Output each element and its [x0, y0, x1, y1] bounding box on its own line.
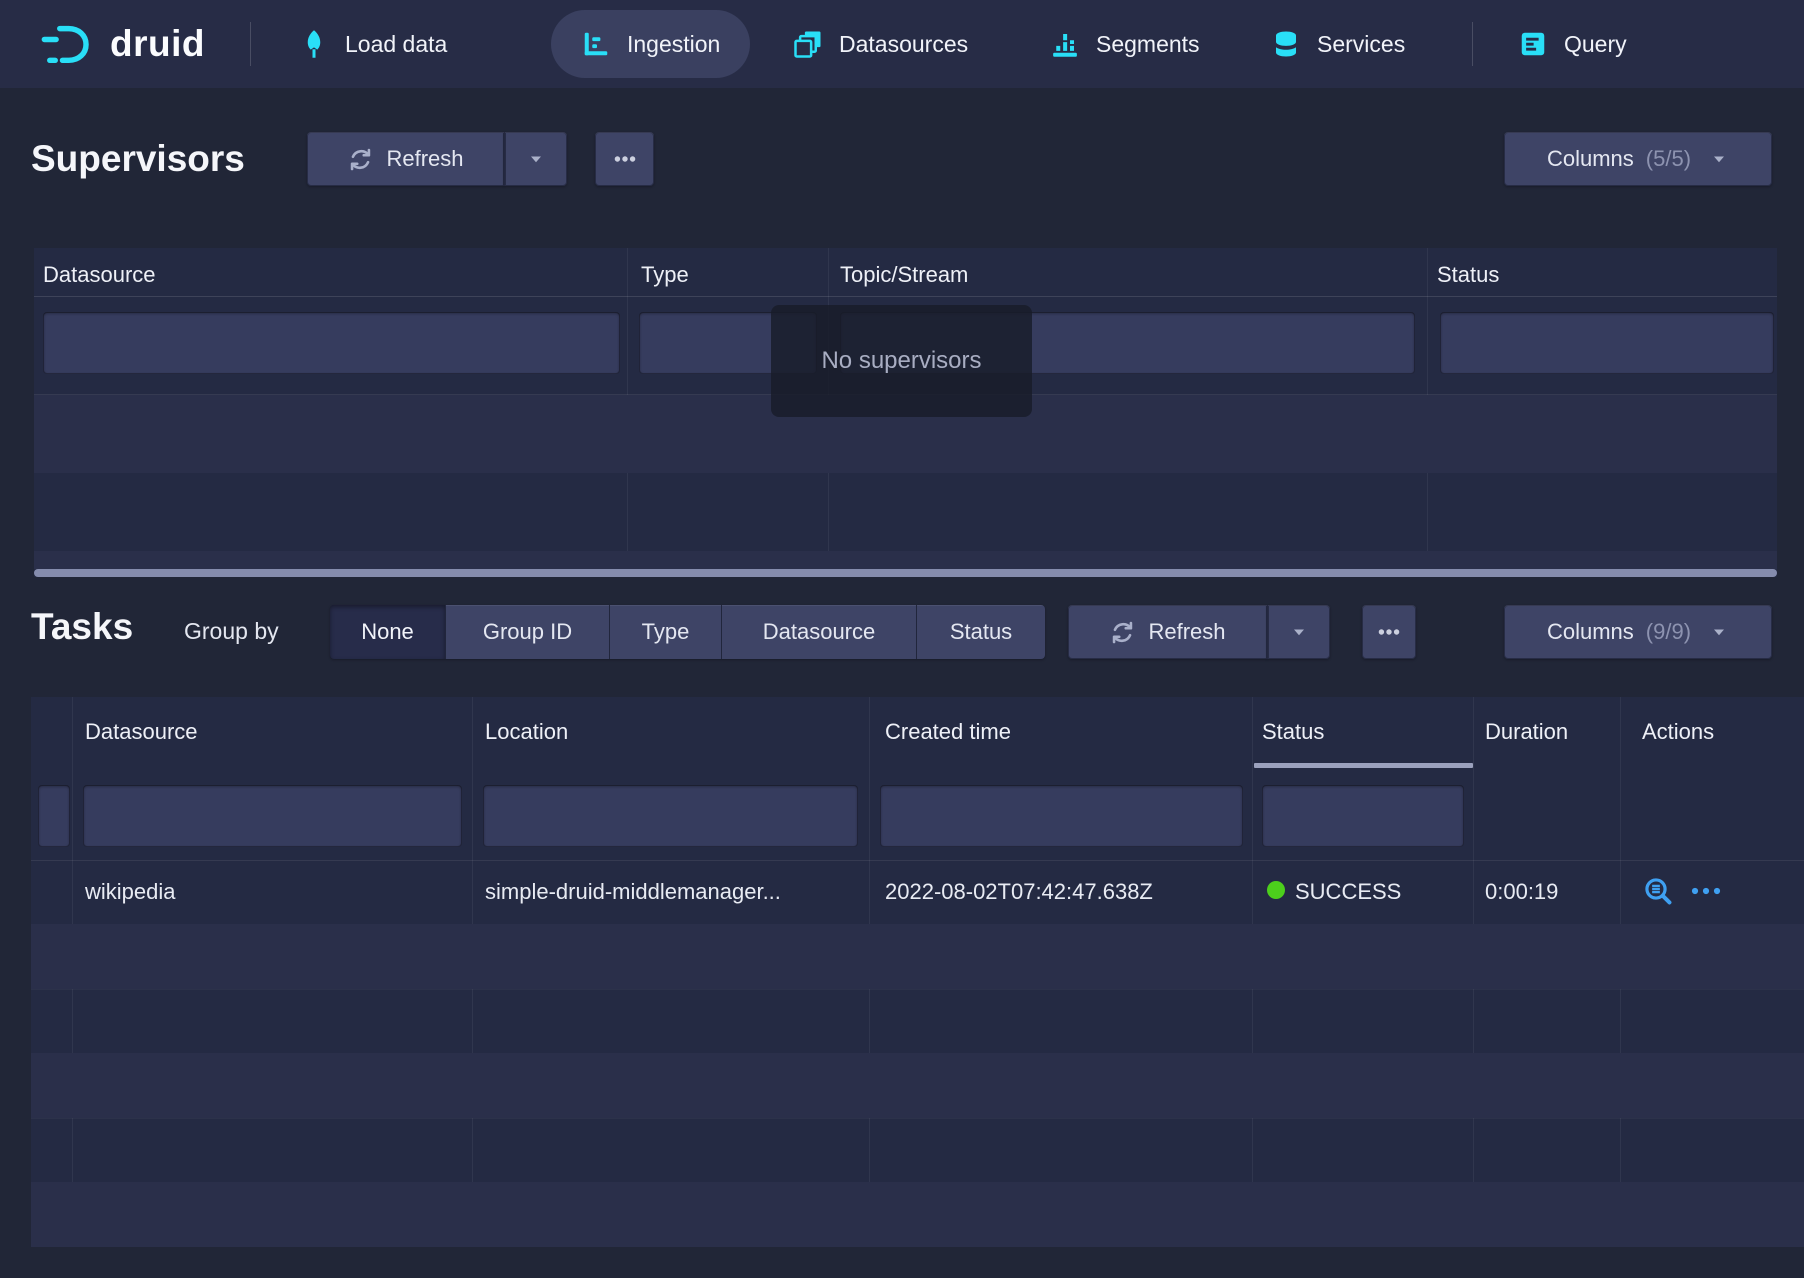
nav-label: Datasources	[839, 31, 968, 58]
cell-location[interactable]: simple-druid-middlemanager...	[485, 879, 781, 905]
caret-down-icon	[1289, 622, 1309, 642]
supervisors-refresh-interval-button[interactable]	[504, 132, 567, 186]
header-divider	[34, 296, 1777, 297]
col-header-datasource[interactable]: Datasource	[85, 719, 198, 745]
nav-item-services[interactable]: Services	[1263, 0, 1413, 88]
cell-datasource[interactable]: wikipedia	[85, 879, 176, 905]
columns-label: Columns	[1547, 619, 1634, 645]
filter-row-divider	[31, 860, 1804, 861]
supervisors-columns-button[interactable]: Columns (5/5)	[1504, 132, 1772, 186]
tasks-refresh-button[interactable]: Refresh	[1068, 605, 1267, 659]
columns-count: (5/5)	[1646, 146, 1691, 172]
col-header-status[interactable]: Status	[1437, 262, 1499, 288]
empty-row	[34, 551, 1777, 569]
col-header-created-time[interactable]: Created time	[885, 719, 1011, 745]
col-header-type[interactable]: Type	[641, 262, 689, 288]
horizontal-scrollbar[interactable]	[34, 569, 1777, 577]
group-by-group-id[interactable]: Group ID	[445, 605, 609, 659]
group-by-none[interactable]: None	[330, 605, 445, 659]
nav-item-ingestion[interactable]: Ingestion	[551, 10, 750, 78]
caret-down-icon	[1709, 149, 1729, 169]
tasks-columns-button[interactable]: Columns (9/9)	[1504, 605, 1772, 659]
col-header-datasource[interactable]: Datasource	[43, 262, 156, 288]
services-icon	[1271, 29, 1301, 59]
druid-logo[interactable]: druid	[38, 0, 205, 88]
filter-datasource[interactable]	[43, 312, 620, 374]
druid-logo-icon	[38, 21, 96, 67]
filter-location[interactable]	[483, 785, 858, 847]
col-header-location[interactable]: Location	[485, 719, 568, 745]
nav-label: Query	[1564, 31, 1627, 58]
filter-hidden-column[interactable]	[38, 785, 70, 847]
more-icon	[612, 146, 638, 172]
tasks-more-button[interactable]	[1362, 605, 1416, 659]
query-icon	[1518, 29, 1548, 59]
refresh-label: Refresh	[1148, 619, 1225, 645]
nav-item-query[interactable]: Query	[1510, 0, 1635, 88]
filter-status[interactable]	[1262, 785, 1464, 847]
nav-item-datasources[interactable]: Datasources	[785, 0, 976, 88]
nav-divider	[1472, 22, 1473, 66]
datasources-icon	[793, 29, 823, 59]
cell-created-time[interactable]: 2022-08-02T07:42:47.638Z	[885, 879, 1153, 905]
empty-row	[31, 924, 1804, 989]
more-icon[interactable]	[1689, 881, 1731, 901]
nav-divider	[250, 22, 251, 66]
status-sort-indicator	[1254, 763, 1473, 768]
caret-down-icon	[1709, 622, 1729, 642]
columns-label: Columns	[1547, 146, 1634, 172]
ingestion-icon	[581, 29, 611, 59]
col-header-status[interactable]: Status	[1262, 719, 1324, 745]
logo-text: druid	[110, 23, 205, 65]
nav-label: Load data	[345, 31, 447, 58]
empty-message-text: No supervisors	[821, 347, 981, 375]
group-by-datasource[interactable]: Datasource	[721, 605, 916, 659]
filter-datasource[interactable]	[83, 785, 462, 847]
empty-row	[31, 1053, 1804, 1118]
caret-down-icon	[526, 149, 546, 169]
col-header-duration[interactable]: Duration	[1485, 719, 1568, 745]
columns-count: (9/9)	[1646, 619, 1691, 645]
more-icon	[1376, 619, 1402, 645]
group-by-segmented-control: None Group ID Type Datasource Status	[330, 605, 1045, 659]
supervisors-table: Datasource Type Topic/Stream Status No s…	[34, 248, 1777, 577]
nav-item-load-data[interactable]: Load data	[291, 0, 455, 88]
search-details-icon[interactable]	[1642, 875, 1674, 907]
refresh-icon	[347, 146, 374, 173]
cell-status[interactable]: SUCCESS	[1295, 879, 1401, 905]
empty-row	[31, 1182, 1804, 1247]
nav-item-segments[interactable]: Segments	[1042, 0, 1208, 88]
filter-created-time[interactable]	[880, 785, 1243, 847]
group-by-type[interactable]: Type	[609, 605, 721, 659]
tasks-title: Tasks	[31, 606, 133, 648]
nav-label: Segments	[1096, 31, 1200, 58]
nav-label: Services	[1317, 31, 1405, 58]
cell-duration[interactable]: 0:00:19	[1485, 879, 1558, 905]
refresh-label: Refresh	[386, 146, 463, 172]
druid-console: druid Load data Ingestion	[0, 0, 1804, 1278]
row-divider	[31, 989, 1804, 990]
group-by-status[interactable]: Status	[916, 605, 1045, 659]
segments-icon	[1050, 29, 1080, 59]
no-supervisors-message: No supervisors	[771, 305, 1032, 417]
supervisors-more-button[interactable]	[595, 132, 654, 186]
row-divider	[31, 1118, 1804, 1119]
tasks-refresh-interval-button[interactable]	[1267, 605, 1330, 659]
load-data-icon	[299, 29, 329, 59]
tasks-table: Datasource Location Created time Status …	[31, 697, 1804, 1247]
success-dot	[1267, 881, 1285, 899]
col-header-topic-stream[interactable]: Topic/Stream	[840, 262, 968, 288]
group-by-label: Group by	[184, 618, 279, 645]
col-header-actions[interactable]: Actions	[1642, 719, 1714, 745]
nav-label: Ingestion	[627, 31, 720, 58]
supervisors-refresh-button[interactable]: Refresh	[307, 132, 504, 186]
filter-status[interactable]	[1440, 312, 1774, 374]
top-nav: druid Load data Ingestion	[0, 0, 1804, 88]
refresh-icon	[1109, 619, 1136, 646]
supervisors-title: Supervisors	[31, 138, 245, 180]
